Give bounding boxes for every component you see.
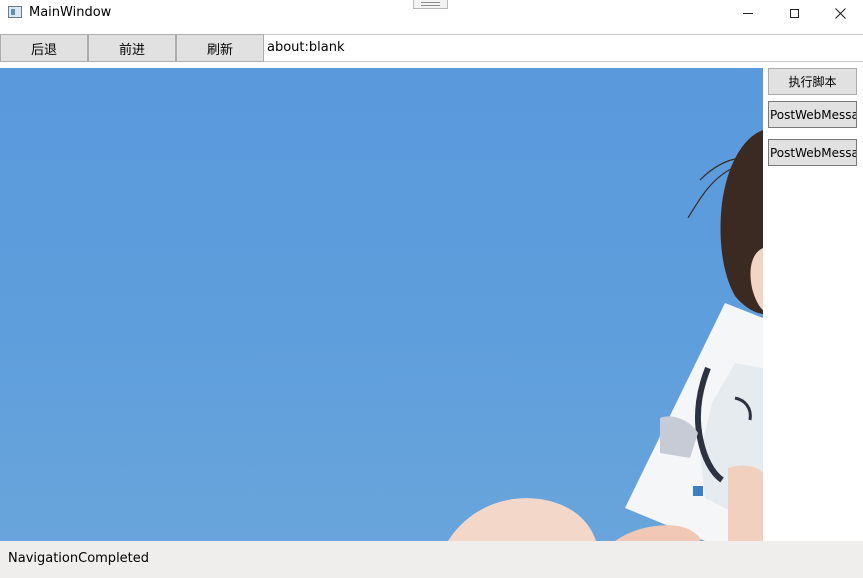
address-field[interactable]: about:blank [264, 34, 863, 62]
maximize-button[interactable] [771, 0, 817, 26]
post-web-message-button-1[interactable]: PostWebMessa [768, 101, 857, 128]
forward-button[interactable]: 前进 [88, 34, 176, 62]
close-icon [834, 7, 846, 19]
app-window-icon [8, 6, 22, 18]
navigation-toolbar: 后退 前进 刷新 about:blank [0, 34, 863, 62]
status-bar: NavigationCompleted [0, 541, 863, 578]
knee-shape [448, 498, 596, 541]
back-button[interactable]: 后退 [0, 34, 88, 62]
refresh-button[interactable]: 刷新 [176, 34, 264, 62]
drag-grip-handle[interactable] [413, 0, 448, 9]
minimize-button[interactable] [725, 0, 771, 26]
window-title: MainWindow [29, 5, 112, 20]
photo-image [448, 130, 763, 541]
script-side-panel: 执行脚本 PostWebMessa PostWebMessa [763, 62, 863, 541]
title-bar: MainWindow [0, 0, 863, 34]
post-web-message-button-2[interactable]: PostWebMessa [768, 139, 857, 166]
maximize-icon [789, 8, 799, 18]
minimize-icon [743, 12, 753, 14]
close-button[interactable] [817, 0, 863, 26]
status-text: NavigationCompleted [8, 551, 150, 566]
web-content-view[interactable] [0, 68, 763, 541]
execute-script-button[interactable]: 执行脚本 [768, 68, 857, 95]
